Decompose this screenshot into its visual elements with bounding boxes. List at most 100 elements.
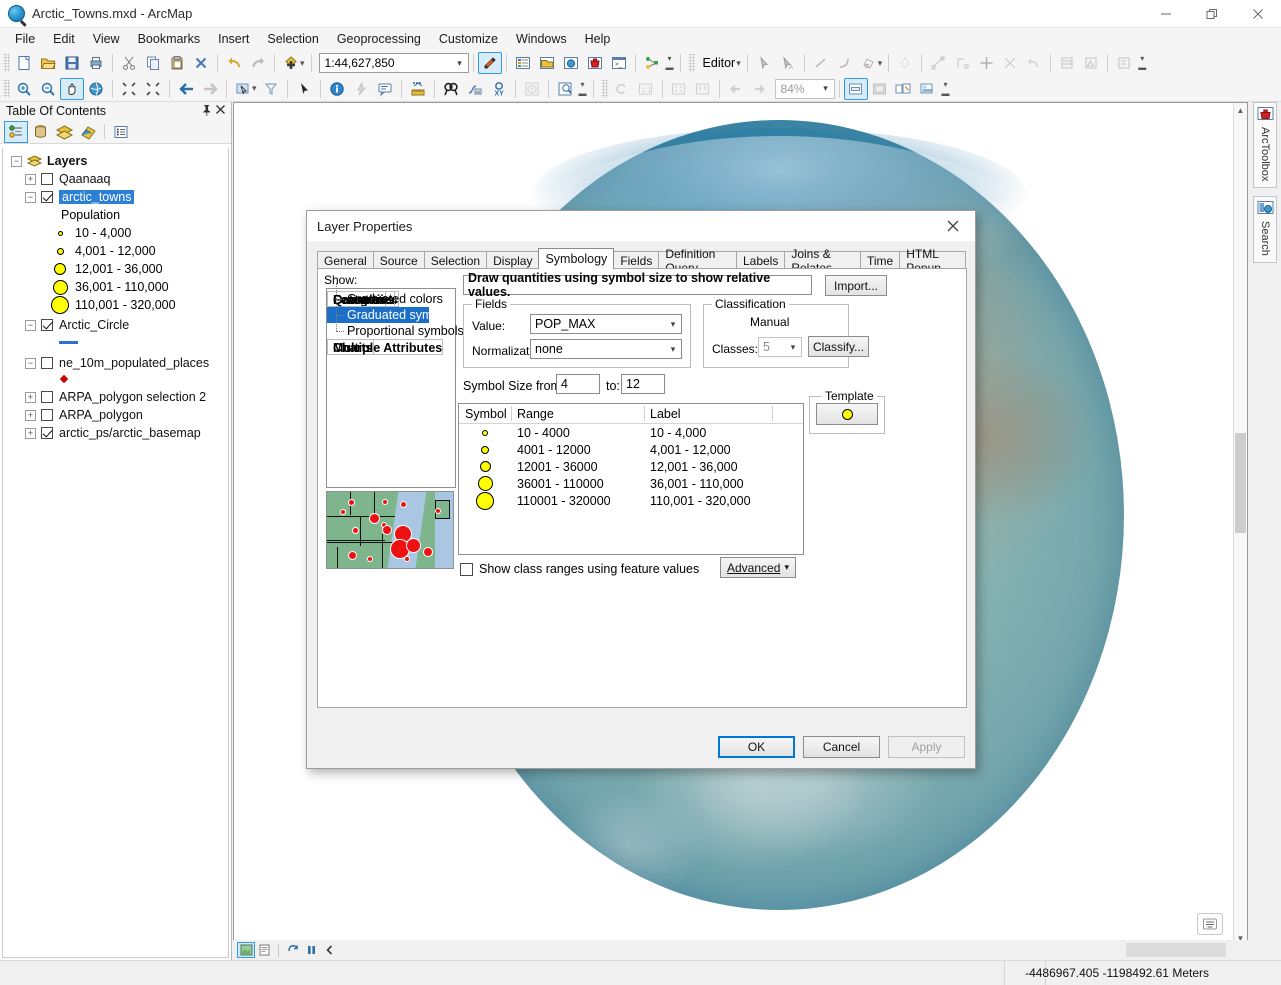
toolbar-overflow-button[interactable]: ▾▬ bbox=[664, 52, 676, 74]
merge-icon[interactable] bbox=[974, 52, 998, 74]
show-item-graduated-symbols[interactable]: Graduated symbols bbox=[327, 307, 429, 323]
toc-legend-class[interactable]: 12,001 - 36,000 bbox=[3, 260, 228, 278]
toolbar-grip[interactable] bbox=[3, 54, 10, 72]
editor-dropdown-icon[interactable]: ▾ bbox=[736, 58, 741, 69]
classify-button[interactable]: Classify... bbox=[808, 336, 869, 357]
show-item-graduated-colors[interactable]: Graduated colors bbox=[327, 291, 455, 307]
cancel-button[interactable]: Cancel bbox=[803, 736, 880, 758]
zoom-in-icon[interactable] bbox=[12, 78, 36, 100]
list-by-source-icon[interactable] bbox=[28, 121, 52, 143]
show-class-ranges-checkbox[interactable]: Show class ranges using feature values bbox=[460, 562, 699, 576]
zoom-page-width-icon[interactable] bbox=[691, 78, 715, 100]
toc-layer-arpa-polygon[interactable]: + ARPA_polygon bbox=[3, 406, 228, 424]
scrollbar-thumb[interactable] bbox=[1235, 433, 1246, 533]
copy-icon[interactable] bbox=[141, 52, 165, 74]
modelbuilder-icon[interactable] bbox=[640, 52, 664, 74]
draw-order-button[interactable] bbox=[1197, 913, 1223, 935]
map-vertical-scrollbar[interactable]: ▲ ▼ bbox=[1233, 103, 1247, 945]
catalog-icon[interactable] bbox=[535, 52, 559, 74]
identify-icon[interactable] bbox=[325, 78, 349, 100]
layer-visibility-checkbox[interactable] bbox=[41, 391, 53, 403]
expand-toggle[interactable]: + bbox=[25, 392, 36, 403]
close-icon[interactable] bbox=[213, 104, 227, 118]
collapse-toggle[interactable]: − bbox=[25, 192, 36, 203]
symbol-size-to-input[interactable]: 12 bbox=[621, 374, 665, 394]
apply-button[interactable]: Apply bbox=[888, 736, 965, 758]
class-symbol-icon[interactable] bbox=[459, 461, 511, 472]
restore-button[interactable] bbox=[1189, 0, 1235, 28]
expand-toggle[interactable]: + bbox=[25, 174, 36, 185]
minimize-button[interactable] bbox=[1143, 0, 1189, 28]
layout-zoom-combobox[interactable]: 84% ▾ bbox=[775, 79, 835, 99]
menu-item-customize[interactable]: Customize bbox=[430, 29, 507, 49]
menu-item-file[interactable]: File bbox=[6, 29, 44, 49]
dock-tab-arctoolbox[interactable]: ArcToolbox bbox=[1253, 102, 1277, 188]
tab-selection[interactable]: Selection bbox=[424, 251, 487, 269]
toc-layer-arpa-selection-2[interactable]: + ARPA_polygon selection 2 bbox=[3, 388, 228, 406]
checkbox-box[interactable] bbox=[460, 563, 473, 576]
one-to-one-icon[interactable]: 1:1 bbox=[634, 78, 658, 100]
collapse-toggle[interactable]: − bbox=[25, 358, 36, 369]
python-window-icon[interactable]: >_ bbox=[607, 52, 631, 74]
collapse-toggle[interactable]: − bbox=[11, 156, 22, 167]
chevron-down-icon[interactable]: ▾ bbox=[665, 344, 681, 355]
measure-icon[interactable] bbox=[406, 78, 430, 100]
list-by-visibility-icon[interactable] bbox=[52, 121, 76, 143]
add-data-icon[interactable] bbox=[279, 52, 303, 74]
close-button[interactable] bbox=[1235, 0, 1281, 28]
tools-overflow-button[interactable]: ▾▬ bbox=[577, 78, 589, 100]
tab-html-popup[interactable]: HTML Popup bbox=[899, 251, 966, 269]
sketch-summary-icon[interactable] bbox=[1079, 52, 1103, 74]
intersect-icon[interactable] bbox=[998, 52, 1022, 74]
column-header-symbol[interactable]: Symbol bbox=[459, 404, 511, 423]
map-scale-combobox[interactable]: 1:44,627,850 ▾ bbox=[319, 53, 469, 73]
toc-legend-class[interactable]: 36,001 - 110,000 bbox=[3, 278, 228, 296]
pan-icon[interactable] bbox=[60, 78, 84, 100]
secondary-overflow-button[interactable]: ▾▬ bbox=[940, 78, 952, 100]
redo-icon[interactable] bbox=[246, 52, 270, 74]
layer-visibility-checkbox[interactable] bbox=[41, 173, 53, 185]
classes-combobox[interactable]: 5 ▾ bbox=[758, 337, 802, 357]
ok-button[interactable]: OK bbox=[718, 736, 795, 758]
back-icon[interactable] bbox=[320, 942, 338, 958]
go-next-extent-icon[interactable] bbox=[198, 78, 222, 100]
toc-layer-populated-places[interactable]: − ne_10m_populated_places bbox=[3, 354, 228, 372]
toc-layer-arctic-circle[interactable]: − Arctic_Circle bbox=[3, 316, 228, 334]
change-layout-icon[interactable] bbox=[892, 78, 916, 100]
menu-item-help[interactable]: Help bbox=[576, 29, 620, 49]
save-icon[interactable] bbox=[60, 52, 84, 74]
class-symbol-icon[interactable] bbox=[459, 492, 511, 510]
toc-root-layers[interactable]: − Layers bbox=[3, 152, 228, 170]
tab-source[interactable]: Source bbox=[373, 251, 425, 269]
html-popup-icon[interactable] bbox=[373, 78, 397, 100]
toolbar-grip[interactable] bbox=[601, 80, 608, 98]
go-back-extent-icon[interactable] bbox=[174, 78, 198, 100]
column-header-label[interactable]: Label bbox=[644, 404, 772, 423]
tab-general[interactable]: General bbox=[317, 251, 374, 269]
edit-annotation-icon[interactable]: A bbox=[776, 52, 800, 74]
refresh-icon[interactable] bbox=[284, 942, 302, 958]
edit-tool-icon[interactable] bbox=[752, 52, 776, 74]
straight-segment-icon[interactable] bbox=[809, 52, 833, 74]
menu-item-windows[interactable]: Windows bbox=[507, 29, 576, 49]
menu-item-bookmarks[interactable]: Bookmarks bbox=[129, 29, 210, 49]
data-view-icon[interactable] bbox=[844, 78, 868, 100]
toc-legend-class[interactable]: 10 - 4,000 bbox=[3, 224, 228, 242]
toolbar-grip[interactable] bbox=[3, 80, 10, 98]
tab-labels[interactable]: Labels bbox=[736, 251, 785, 269]
arctoolbox-icon[interactable] bbox=[583, 52, 607, 74]
toc-legend-class[interactable]: 4,001 - 12,000 bbox=[3, 242, 228, 260]
tab-time[interactable]: Time bbox=[860, 251, 900, 269]
map-series-icon[interactable] bbox=[916, 78, 940, 100]
attributes-icon[interactable] bbox=[1055, 52, 1079, 74]
next-page-icon[interactable] bbox=[748, 78, 772, 100]
menu-item-geoprocessing[interactable]: Geoprocessing bbox=[328, 29, 430, 49]
layer-visibility-checkbox[interactable] bbox=[41, 319, 53, 331]
delete-icon[interactable] bbox=[189, 52, 213, 74]
tab-fields[interactable]: Fields bbox=[613, 251, 659, 269]
toc-layer-qaanaaq[interactable]: + Qaanaaq bbox=[3, 170, 228, 188]
expand-toggle[interactable]: + bbox=[25, 428, 36, 439]
time-slider-icon[interactable] bbox=[520, 78, 544, 100]
select-features-icon[interactable] bbox=[231, 78, 255, 100]
table-row[interactable]: 12001 - 36000 12,001 - 36,000 bbox=[459, 458, 803, 475]
